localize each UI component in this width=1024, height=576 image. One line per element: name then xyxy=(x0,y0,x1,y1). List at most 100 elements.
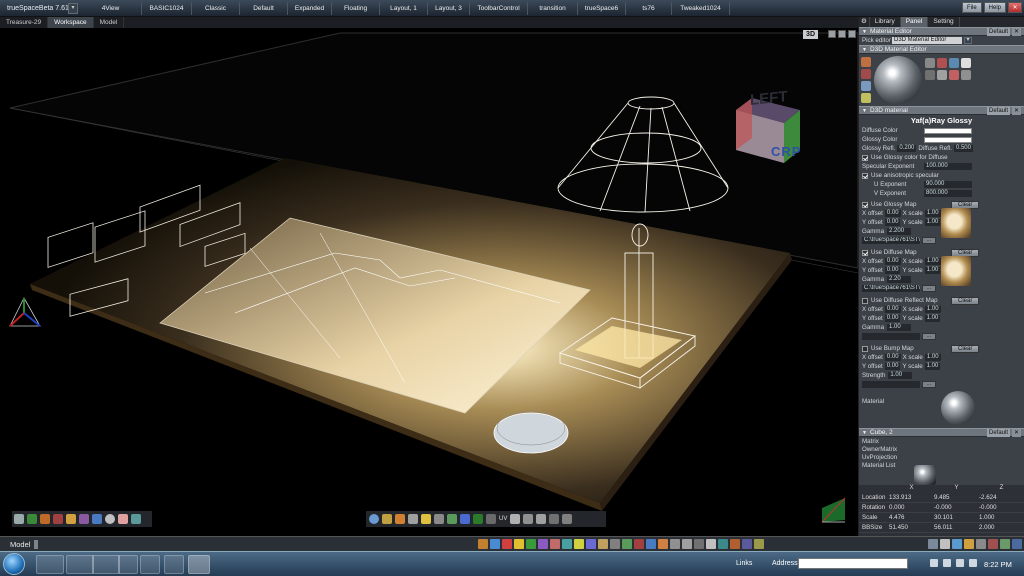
texture-path-field[interactable] xyxy=(862,333,920,340)
transform-x-field[interactable]: 133.913 xyxy=(889,494,934,501)
layout-dropdown-button[interactable]: ▾ xyxy=(68,2,78,14)
object-tool-icon[interactable] xyxy=(92,514,102,524)
gamma-field[interactable]: 2.200 xyxy=(887,228,912,235)
cube-item-material-list[interactable]: Material List xyxy=(859,461,1024,469)
tab-panel[interactable]: Panel xyxy=(900,17,929,27)
object-tool-icon[interactable] xyxy=(66,514,76,524)
cube-item-ownermatrix[interactable]: OwnerMatrix xyxy=(859,445,1024,453)
use-map-checkbox[interactable] xyxy=(862,249,868,256)
status-tool-icon[interactable] xyxy=(976,539,986,549)
layout-tab-12[interactable]: Tweaked1024 xyxy=(672,1,730,15)
layout-tab-5[interactable]: Floating xyxy=(332,1,380,15)
collapse-triangle-icon[interactable]: ▼ xyxy=(862,430,867,436)
paint-tool-icon[interactable] xyxy=(861,93,871,103)
status-tool-icon[interactable] xyxy=(670,539,680,549)
x-scale-field[interactable]: 1.00 xyxy=(924,354,941,361)
tray-icon[interactable] xyxy=(956,559,964,567)
collapse-triangle-icon[interactable]: ▼ xyxy=(862,108,867,114)
status-tool-icon[interactable] xyxy=(718,539,728,549)
object-tool-icon[interactable] xyxy=(131,514,141,524)
status-tool-icon[interactable] xyxy=(742,539,752,549)
swatch-icon[interactable] xyxy=(925,70,935,80)
texture-thumbnail[interactable] xyxy=(941,208,971,238)
x-scale-field[interactable]: 1.00 xyxy=(924,258,941,265)
y-scale-field[interactable]: 1.00 xyxy=(924,315,941,322)
tool-icon[interactable] xyxy=(421,514,431,524)
browse-button[interactable]: ... xyxy=(922,237,936,244)
swatch-icon[interactable] xyxy=(937,70,947,80)
tray-icon[interactable] xyxy=(930,559,938,567)
status-tool-icon[interactable] xyxy=(562,539,572,549)
status-tool-icon[interactable] xyxy=(598,539,608,549)
transform-z-field[interactable]: 2.000 xyxy=(979,524,1024,531)
tool-icon[interactable] xyxy=(562,514,573,524)
browse-button[interactable]: ... xyxy=(922,285,936,292)
gamma-field[interactable]: 1.00 xyxy=(888,372,913,379)
crp-label[interactable]: CRP xyxy=(771,144,801,159)
status-tool-icon[interactable] xyxy=(646,539,656,549)
paint-tool-icon[interactable] xyxy=(861,57,871,67)
start-button[interactable] xyxy=(3,553,25,575)
y-scale-field[interactable]: 1.00 xyxy=(924,267,941,274)
use-map-checkbox[interactable] xyxy=(862,201,868,208)
specular-exp-field[interactable]: 100.000 xyxy=(924,163,972,170)
glossy-color-swatch[interactable] xyxy=(924,136,972,143)
transform-y-field[interactable]: 30.101 xyxy=(934,514,979,521)
layout-tab-7[interactable]: Layout, 3 xyxy=(428,1,470,15)
default-button[interactable]: Default xyxy=(986,107,1010,115)
browse-button[interactable]: ... xyxy=(922,381,936,388)
taskbar-app-explorer[interactable] xyxy=(36,555,64,574)
close-section-icon[interactable]: ✕ xyxy=(1012,107,1021,115)
v-exp-field[interactable]: 800.000 xyxy=(924,190,972,197)
taskbar-app[interactable] xyxy=(164,555,184,574)
status-tool-icon[interactable] xyxy=(514,539,524,549)
cube-section-header[interactable]: ▼ Cube, 2 Default ✕ xyxy=(859,428,1024,437)
tool-icon[interactable] xyxy=(447,514,457,524)
layout-tab-3[interactable]: Default xyxy=(240,1,288,15)
y-offset-field[interactable]: 0.00 xyxy=(884,363,901,370)
tab-workspace[interactable]: Workspace xyxy=(48,17,94,28)
default-button[interactable]: Default xyxy=(986,429,1010,437)
status-tool-icon[interactable] xyxy=(964,539,974,549)
tool-icon[interactable] xyxy=(510,514,521,524)
tool-icon[interactable] xyxy=(486,514,496,524)
links-toolbar-label[interactable]: Links xyxy=(736,560,752,567)
clear-map-button[interactable]: Clear xyxy=(951,344,980,353)
material-list-thumb[interactable] xyxy=(914,465,936,485)
address-input[interactable] xyxy=(798,558,908,569)
transform-y-field[interactable]: 9.485 xyxy=(934,494,979,501)
transform-y-field[interactable]: 56.011 xyxy=(934,524,979,531)
x-offset-field[interactable]: 0.00 xyxy=(884,354,901,361)
swatch-icon[interactable] xyxy=(961,58,971,68)
chevron-down-icon[interactable]: ▾ xyxy=(964,37,972,44)
texture-path-field[interactable]: C:\trueSpace761\ST\Tex xyxy=(862,285,920,292)
status-tool-icon[interactable] xyxy=(622,539,632,549)
taskbar-app[interactable] xyxy=(140,555,160,574)
taskbar-app[interactable] xyxy=(92,555,120,574)
transform-z-field[interactable]: -2.624 xyxy=(979,494,1024,501)
status-tool-icon[interactable] xyxy=(988,539,998,549)
viewport-close-button[interactable] xyxy=(848,30,856,38)
x-offset-field[interactable]: 0.00 xyxy=(884,210,901,217)
layout-tab-1[interactable]: BASIC1024 xyxy=(142,1,192,15)
tool-icon[interactable] xyxy=(408,514,418,524)
transform-z-field[interactable]: -0.000 xyxy=(979,504,1024,511)
transform-z-field[interactable]: 1.000 xyxy=(979,514,1024,521)
use-anisotropic-checkbox[interactable] xyxy=(862,172,868,179)
pick-editor-select[interactable]: D3D Material Editor xyxy=(892,37,962,44)
tray-icon[interactable] xyxy=(943,559,951,567)
file-menu-button[interactable]: File xyxy=(961,2,982,13)
diffuse-color-swatch[interactable] xyxy=(924,127,972,134)
object-tool-icon[interactable] xyxy=(118,514,128,524)
view-mode-badge[interactable]: 3D xyxy=(803,30,818,39)
y-scale-field[interactable]: 1.00 xyxy=(924,219,941,226)
panel-tools-icon[interactable]: ⚙ xyxy=(859,17,870,27)
uv-label[interactable]: UV xyxy=(499,516,507,522)
texture-path-field[interactable] xyxy=(862,381,920,388)
paint-tool-icon[interactable] xyxy=(861,69,871,79)
diffuse-refl-field[interactable]: 0.500 xyxy=(953,145,973,152)
texture-path-field[interactable]: C:\trueSpace761\ST\Tex xyxy=(862,237,920,244)
status-tool-icon[interactable] xyxy=(490,539,500,549)
glossy-refl-field[interactable]: 0.200 xyxy=(897,145,917,152)
status-tool-icon[interactable] xyxy=(634,539,644,549)
